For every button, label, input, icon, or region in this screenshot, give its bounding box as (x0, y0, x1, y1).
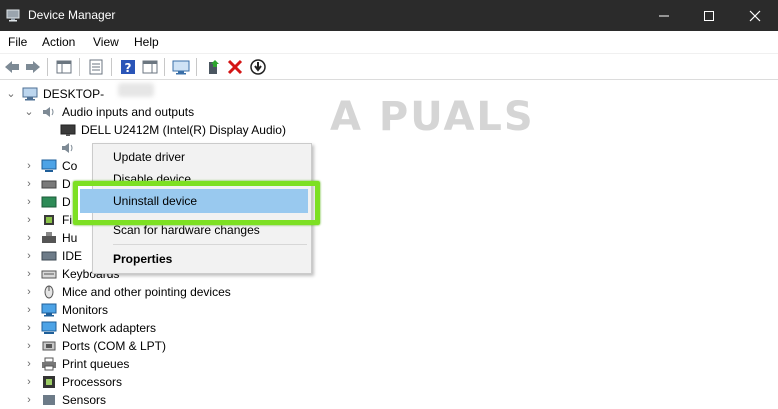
monitor-icon (41, 303, 57, 317)
keyboard-icon (41, 270, 57, 279)
speaker-icon (62, 143, 73, 153)
action-pane-icon[interactable] (141, 58, 159, 76)
category-label: Sensors (62, 393, 107, 407)
watermark: A PUALS (330, 94, 535, 140)
download-driver-icon[interactable] (249, 58, 267, 76)
chevron-right-icon[interactable]: › (24, 373, 34, 391)
chevron-down-icon[interactable]: ⌄ (24, 103, 34, 121)
menu-item-update-driver[interactable]: Update driver (113, 150, 185, 164)
forward-arrow-icon[interactable] (24, 58, 42, 76)
tree-item-selected-audio[interactable] (0, 139, 100, 157)
chevron-right-icon[interactable]: › (24, 355, 34, 373)
category-label: Mice and other pointing devices (62, 285, 231, 299)
category-label: Ports (COM & LPT) (62, 339, 167, 353)
chevron-right-icon[interactable]: › (24, 391, 34, 409)
tree-category-ports[interactable]: › Ports (COM & LPT) (0, 337, 300, 355)
hid-icon (42, 232, 56, 243)
toolbar-separator (79, 58, 80, 76)
help-icon[interactable]: ? (119, 58, 137, 76)
toolbar-separator (196, 58, 197, 76)
category-label: D (62, 177, 71, 191)
tree-category-audio[interactable]: ⌄ Audio inputs and outputs (0, 103, 300, 121)
menu-item-scan-hardware[interactable]: Scan for hardware changes (113, 223, 260, 237)
mouse-icon (44, 285, 54, 299)
chevron-right-icon[interactable]: › (24, 247, 34, 265)
update-driver-icon[interactable] (204, 58, 222, 76)
monitor-icon (60, 124, 76, 136)
root-label: DESKTOP- (43, 87, 105, 101)
tree-category-human-interface[interactable]: › Hu (0, 229, 92, 247)
processor-icon (43, 376, 55, 388)
scan-hardware-icon[interactable] (172, 58, 190, 76)
show-hide-tree-icon[interactable] (55, 58, 73, 76)
window-title: Device Manager (28, 8, 116, 22)
category-label: IDE (62, 249, 83, 263)
category-label: D (62, 195, 71, 209)
toolbar: ? (0, 54, 778, 80)
title-bar: Device Manager (0, 0, 778, 31)
green-highlight-frame (73, 181, 320, 225)
speaker-icon (43, 107, 54, 117)
tree-category-print-queues[interactable]: › Print queues (0, 355, 300, 373)
menu-file[interactable]: File (8, 35, 27, 49)
toolbar-separator (47, 58, 48, 76)
chevron-right-icon[interactable]: › (24, 337, 34, 355)
device-manager-app-icon (6, 9, 20, 22)
printer-icon (42, 357, 56, 371)
minimize-button[interactable] (641, 0, 687, 31)
chevron-right-icon[interactable]: › (24, 265, 34, 283)
chevron-right-icon[interactable]: › (24, 283, 34, 301)
toolbar-separator (111, 58, 112, 76)
chevron-right-icon[interactable]: › (24, 211, 34, 229)
redacted-name (118, 83, 154, 97)
chevron-right-icon[interactable]: › (24, 157, 34, 175)
menu-bar: File Action View Help (0, 31, 778, 54)
back-arrow-icon[interactable] (3, 58, 21, 76)
tree-category-ide[interactable]: › IDE (0, 247, 92, 265)
menu-item-properties[interactable]: Properties (113, 252, 172, 266)
category-label: Audio inputs and outputs (62, 105, 195, 119)
chevron-right-icon[interactable]: › (24, 175, 34, 193)
category-label: Network adapters (62, 321, 157, 335)
menu-action[interactable]: Action (42, 35, 75, 49)
tree-category-monitors[interactable]: › Monitors (0, 301, 300, 319)
disk-drive-icon (41, 180, 57, 189)
chevron-right-icon[interactable]: › (24, 301, 34, 319)
toolbar-separator (164, 58, 165, 76)
menu-help[interactable]: Help (134, 35, 159, 49)
computer-icon (41, 159, 57, 172)
tree-category-mice[interactable]: › Mice and other pointing devices (0, 283, 300, 301)
menu-separator (113, 244, 307, 245)
uninstall-x-icon[interactable] (226, 58, 244, 76)
ide-controller-icon (41, 251, 57, 261)
tree-category-computer[interactable]: › Co (0, 157, 92, 175)
properties-icon[interactable] (87, 58, 105, 76)
chevron-right-icon[interactable]: › (24, 229, 34, 247)
tree-category-processors[interactable]: › Processors (0, 373, 300, 391)
tree-item-dell-audio[interactable]: DELL U2412M (Intel(R) Display Audio) (0, 121, 320, 139)
svg-text:?: ? (125, 61, 132, 75)
category-label: Fi (62, 213, 72, 227)
network-adapter-icon (41, 321, 57, 334)
category-label: Hu (62, 231, 78, 245)
chevron-down-icon[interactable]: ⌄ (6, 85, 16, 103)
menu-view[interactable]: View (93, 35, 119, 49)
category-label: Processors (62, 375, 123, 389)
category-label: Co (62, 159, 78, 173)
tree-category-sensors[interactable]: › Sensors (0, 391, 300, 409)
chip-icon (44, 215, 54, 225)
category-label: Print queues (62, 357, 130, 371)
chevron-right-icon[interactable]: › (24, 193, 34, 211)
sensor-icon (43, 395, 55, 405)
close-button[interactable] (732, 0, 778, 31)
tree-category-network[interactable]: › Network adapters (0, 319, 300, 337)
maximize-button[interactable] (686, 0, 732, 31)
category-label: Monitors (62, 303, 109, 317)
computer-icon (22, 87, 38, 101)
display-adapter-icon (41, 196, 57, 208)
chevron-right-icon[interactable]: › (24, 319, 34, 337)
device-label: DELL U2412M (Intel(R) Display Audio) (81, 123, 286, 137)
port-icon (42, 341, 56, 351)
